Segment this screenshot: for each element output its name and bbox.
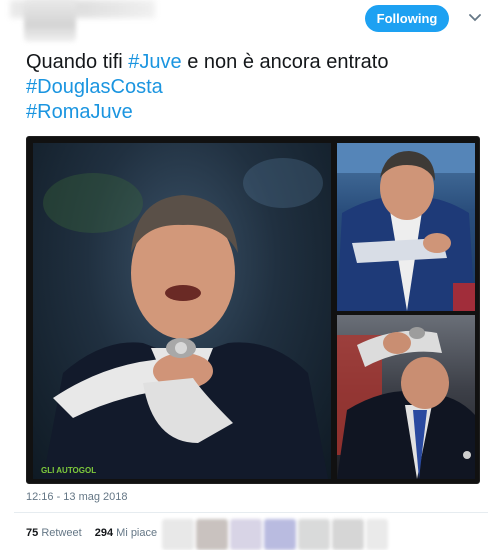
hashtag-romajuve-link[interactable]: #RomaJuve	[26, 101, 133, 123]
top-right-photo[interactable]	[337, 143, 475, 311]
liker-avatar[interactable]	[298, 519, 330, 550]
tweet-text: Quando tifi #Juve e non è ancora entrato…	[26, 50, 476, 125]
liker-avatar[interactable]	[264, 519, 296, 550]
tweet-text-part: Quando tifi	[26, 51, 129, 73]
tweet-line-2: #DouglasCosta	[26, 75, 476, 100]
likes-label: Mi piace	[116, 527, 158, 539]
hashtag-douglascosta-link[interactable]: #DouglasCosta	[26, 76, 163, 98]
retweets-count: 75	[26, 527, 39, 539]
bottom-right-photo-illustration	[337, 327, 475, 479]
tweet-timestamp[interactable]: 12:16 - 13 mag 2018	[26, 491, 128, 503]
divider	[14, 512, 488, 513]
tweet-text-part: e non è ancora entrato	[181, 51, 389, 73]
bottom-right-photo[interactable]	[337, 315, 475, 479]
chevron-down-icon[interactable]	[466, 9, 484, 27]
liker-avatar[interactable]	[332, 519, 364, 550]
main-photo[interactable]: GLI AUTOGOL	[33, 143, 331, 479]
following-button[interactable]: Following	[365, 5, 449, 32]
likes-count: 294	[94, 527, 114, 539]
liker-avatar[interactable]	[162, 519, 194, 550]
liker-avatar[interactable]	[230, 519, 262, 550]
author-avatar-blurred[interactable]	[24, 0, 76, 42]
tweet-line-1: Quando tifi #Juve e non è ancora entrato	[26, 50, 476, 75]
tweet-media-collage[interactable]: GLI AUTOGOL	[26, 136, 480, 484]
media-watermark: GLI AUTOGOL	[41, 466, 97, 475]
hashtag-juve-link[interactable]: #Juve	[128, 51, 181, 73]
liker-avatar[interactable]	[366, 519, 388, 550]
main-photo-illustration	[43, 158, 328, 479]
likes-stat[interactable]: 294 Mi piace	[95, 527, 157, 539]
liker-avatars	[162, 519, 388, 550]
tweet-header: Following	[0, 0, 499, 46]
retweets-stat[interactable]: 75 Retweet	[26, 527, 82, 539]
tweet-stats: 75 Retweet 294 Mi piace	[26, 527, 167, 539]
top-right-photo-illustration	[337, 143, 475, 311]
retweets-label: Retweet	[41, 527, 82, 539]
liker-avatar[interactable]	[196, 519, 228, 550]
tweet-line-3: #RomaJuve	[26, 100, 476, 125]
